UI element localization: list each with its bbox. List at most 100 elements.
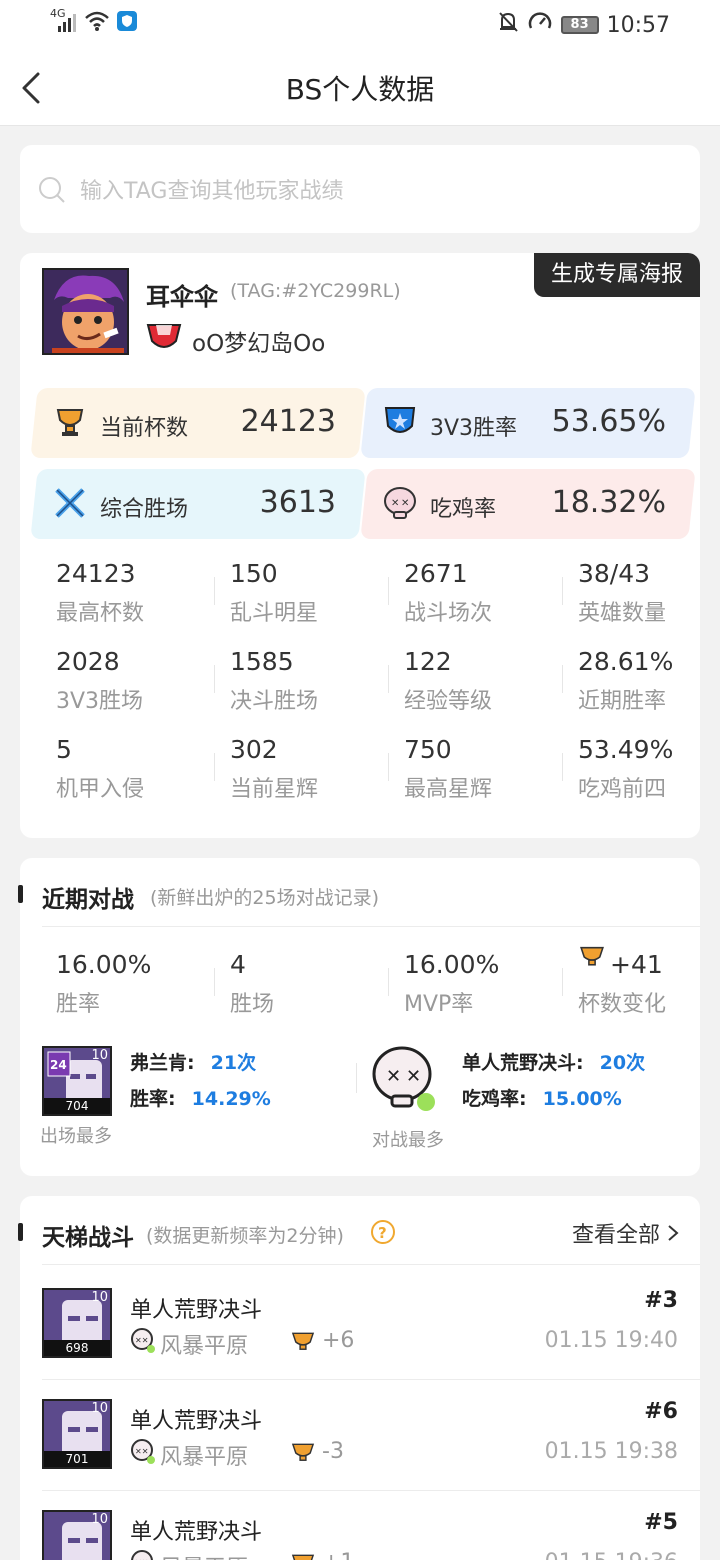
section-title: 近期对战 bbox=[42, 887, 134, 913]
most-mode-caption: 对战最多 bbox=[372, 1130, 444, 1151]
most-played-caption: 出场最多 bbox=[40, 1126, 112, 1147]
recent-battles-card: 近期对战 (新鲜出炉的25场对战记录) 16.00% 胜率 4 胜场 16.00% M… bbox=[18, 858, 700, 1176]
wifi-icon bbox=[84, 10, 110, 36]
stat-cell: 5 机甲入侵 bbox=[56, 735, 145, 802]
hero-level: 10 bbox=[91, 1401, 108, 1416]
battle-mode: 单人荒野决斗 bbox=[130, 1520, 263, 1545]
trophy-icon bbox=[291, 1443, 315, 1461]
trophy-icon bbox=[291, 1332, 315, 1350]
hero-trophies: 704 bbox=[44, 1098, 110, 1114]
battle-map: 风暴平原 bbox=[160, 1550, 248, 1560]
trophy-icon bbox=[580, 946, 604, 966]
svg-text:✕: ✕ bbox=[406, 1066, 421, 1087]
divider bbox=[42, 926, 700, 927]
svg-text:?: ? bbox=[378, 1224, 387, 1242]
stat-cell: 28.61% 近期胜率 bbox=[562, 647, 720, 719]
battery-indicator: 83 bbox=[560, 16, 599, 34]
shield-icon bbox=[384, 407, 416, 433]
hero-level: 10 bbox=[91, 1512, 108, 1527]
most-played-hero-thumb[interactable]: 24 10 704 bbox=[42, 1046, 112, 1116]
tile-label: 3V3胜率 bbox=[430, 416, 518, 441]
divider bbox=[42, 1379, 700, 1380]
hero-thumb: 10 704 bbox=[42, 1510, 112, 1560]
svg-text:✕: ✕ bbox=[391, 498, 399, 509]
section-marker bbox=[18, 885, 23, 903]
stat-cell: 4 胜场 bbox=[214, 950, 388, 1022]
trophy-icon bbox=[291, 1554, 315, 1560]
stat-cell: 2028 3V3胜场 bbox=[56, 647, 144, 714]
tile-label: 综合胜场 bbox=[100, 497, 189, 522]
tile-label: 吃鸡率 bbox=[430, 497, 497, 522]
crossed-swords-icon bbox=[55, 488, 85, 518]
most-played-winrate: 胜率: 14.29% bbox=[130, 1088, 271, 1110]
battle-map: 风暴平原 bbox=[160, 1445, 249, 1470]
skull-icon: ✕✕ bbox=[131, 1439, 155, 1464]
tag-search-input[interactable]: 输入TAG查询其他玩家战绩 bbox=[20, 145, 700, 233]
nav-bar: BS个人数据 bbox=[0, 50, 720, 126]
most-mode: 单人荒野决斗: 20次 bbox=[462, 1052, 646, 1074]
view-all-label: 查看全部 bbox=[571, 1223, 660, 1248]
club-badge-icon bbox=[146, 324, 182, 348]
skull-icon: ✕✕ bbox=[131, 1328, 155, 1353]
view-all-link[interactable]: 查看全部 bbox=[572, 1217, 680, 1249]
tile-value: 3613 bbox=[259, 485, 336, 520]
generate-poster-button[interactable]: 生成专属海报 bbox=[534, 253, 700, 297]
signal-icon: 4G bbox=[50, 7, 78, 36]
club-name: oO梦幻岛Oo bbox=[192, 331, 326, 357]
stat-cell: 16.00% 胜率 bbox=[56, 950, 152, 1017]
stat-cell: 1585 决斗胜场 bbox=[214, 647, 388, 719]
section-subtitle: (数据更新频率为2分钟) bbox=[146, 1225, 344, 1247]
stat-cell: 122 经验等级 bbox=[388, 647, 562, 719]
clock: 10:57 bbox=[606, 12, 670, 38]
stat-cell: 750 最高星辉 bbox=[388, 735, 562, 807]
stat-cell: 38/43 英雄数量 bbox=[562, 559, 720, 631]
mute-bell-icon bbox=[497, 10, 519, 40]
battle-rank: #3 bbox=[644, 1288, 678, 1313]
page-title: BS个人数据 bbox=[285, 73, 435, 106]
battle-row[interactable]: 10 701 单人荒野决斗 ✕✕ 风暴平原 -3 #6 01.15 19:38 bbox=[20, 1397, 700, 1487]
battle-rank: #5 bbox=[644, 1510, 678, 1535]
search-icon bbox=[39, 177, 65, 203]
stat-cell: 16.00% MVP率 bbox=[388, 950, 562, 1022]
hero-trophies: 698 bbox=[44, 1340, 110, 1356]
skull-icon: ✕✕ bbox=[383, 487, 416, 519]
most-played-hero: 弗兰肯: 21次 bbox=[130, 1052, 257, 1074]
most-mode-rate: 吃鸡率: 15.00% bbox=[462, 1088, 622, 1110]
chevron-right-icon bbox=[668, 1225, 679, 1241]
tile-current-trophies: 当前杯数 24123 bbox=[30, 388, 366, 458]
tile-value: 24123 bbox=[240, 404, 336, 439]
hero-level: 10 bbox=[91, 1290, 108, 1305]
battle-rank: #6 bbox=[644, 1399, 678, 1424]
player-tag: (TAG:#2YC299RL) bbox=[230, 280, 401, 302]
trophy-icon bbox=[56, 409, 84, 436]
profile-card: 耳伞伞 (TAG:#2YC299RL) oO梦幻岛Oo 生成专属海报 当前杯数 … bbox=[20, 253, 700, 838]
divider bbox=[356, 1063, 357, 1093]
hero-level: 10 bbox=[91, 1048, 108, 1063]
showdown-skull-icon[interactable]: ✕ ✕ bbox=[372, 1044, 438, 1114]
hero-trophies: 701 bbox=[44, 1451, 110, 1467]
tile-total-wins: 综合胜场 3613 bbox=[30, 469, 366, 539]
tile-value: 18.32% bbox=[551, 485, 666, 520]
battle-row[interactable]: 10 698 单人荒野决斗 ✕✕ 风暴平原 +6 #3 01.15 19:40 bbox=[20, 1286, 700, 1376]
tile-3v3-winrate: 3V3胜率 53.65% bbox=[360, 388, 696, 458]
hero-thumb: 10 701 bbox=[42, 1399, 112, 1469]
speed-gauge-icon bbox=[527, 10, 553, 40]
rank-badge: 24 bbox=[50, 1058, 67, 1072]
battle-time: 01.15 19:38 bbox=[544, 1439, 678, 1464]
battle-row[interactable]: 10 704 单人荒野决斗 ✕✕ 风暴平原 +1 #5 01.15 19:36 bbox=[20, 1508, 700, 1560]
svg-text:✕: ✕ bbox=[386, 1066, 401, 1087]
stat-cell: 24123 最高杯数 bbox=[56, 559, 145, 626]
battle-time: 01.15 19:36 bbox=[545, 1550, 678, 1560]
tile-value: 53.65% bbox=[551, 404, 666, 439]
help-icon[interactable]: ? bbox=[370, 1219, 396, 1245]
svg-text:✕✕: ✕✕ bbox=[135, 1336, 148, 1345]
search-placeholder: 输入TAG查询其他玩家战绩 bbox=[80, 179, 344, 204]
divider bbox=[42, 1264, 700, 1265]
section-subtitle: (新鲜出炉的25场对战记录) bbox=[150, 887, 380, 909]
battle-map: 风暴平原 bbox=[160, 1334, 249, 1359]
vpn-shield-icon bbox=[116, 10, 138, 36]
battle-mode: 单人荒野决斗 bbox=[130, 1409, 263, 1434]
stat-cell: 150 乱斗明星 bbox=[214, 559, 388, 631]
player-name: 耳伞伞 bbox=[146, 283, 218, 311]
ladder-battles-card: 天梯战斗 (数据更新频率为2分钟) ? 查看全部 10 698 单人荒野决斗 ✕… bbox=[18, 1196, 700, 1560]
